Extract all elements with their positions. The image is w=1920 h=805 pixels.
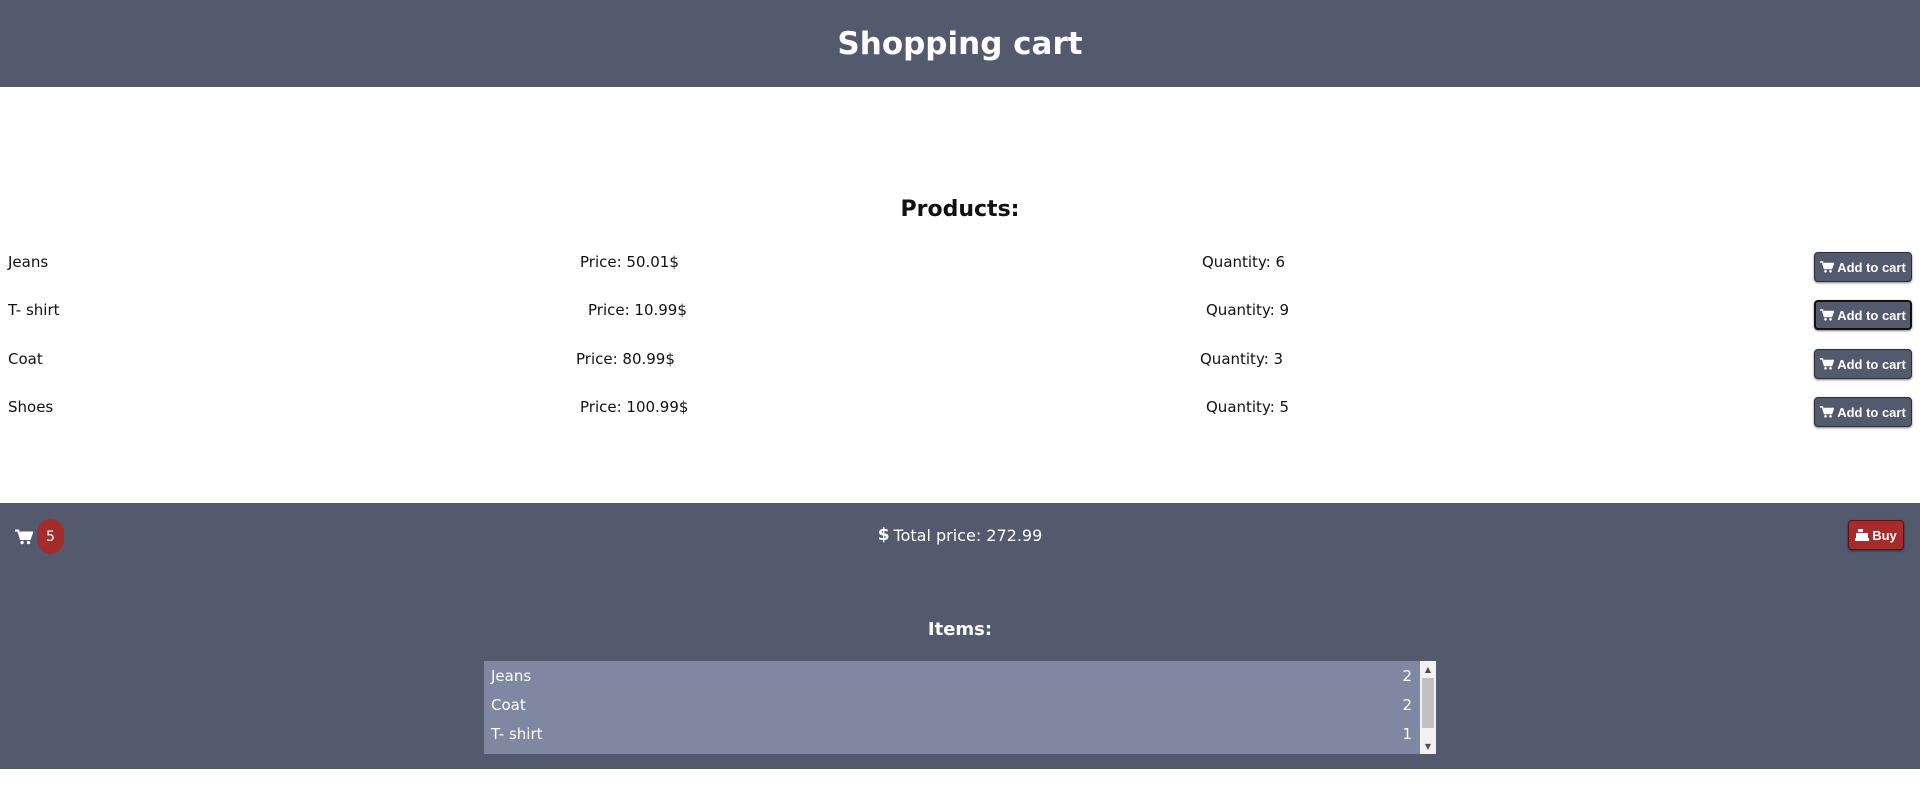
add-to-cart-button[interactable]: Add to cart [1814, 300, 1912, 330]
dollar-icon: $ [877, 525, 890, 545]
scroll-down-arrow-icon[interactable]: ▼ [1420, 738, 1436, 754]
product-price: Price: 80.99$ [576, 350, 675, 368]
buy-label: Buy [1872, 527, 1897, 543]
product-quantity: Quantity: 3 [1200, 350, 1284, 368]
add-to-cart-label: Add to cart [1837, 356, 1906, 372]
add-to-cart-label: Add to cart [1837, 404, 1906, 420]
product-name: Coat [8, 350, 43, 368]
total-price: $ Total price: 272.99 [0, 525, 1920, 545]
buy-button[interactable]: Buy [1848, 520, 1904, 550]
item-quantity: 1 [1402, 725, 1412, 743]
scroll-up-arrow-icon[interactable]: ▲ [1420, 661, 1436, 677]
item-name: T- shirt [491, 725, 543, 743]
shopping-cart-icon [1820, 406, 1835, 418]
item-quantity: 2 [1402, 696, 1412, 714]
cash-register-icon [1855, 529, 1870, 541]
items-heading: Items: [927, 619, 993, 640]
product-row: T- shirt Price: 10.99$ Quantity: 9 Add t… [0, 296, 1920, 330]
product-quantity: Quantity: 9 [1206, 301, 1290, 319]
product-quantity: Quantity: 5 [1206, 398, 1290, 416]
list-item[interactable]: Coat 2 [484, 690, 1436, 719]
item-quantity: 2 [1402, 667, 1412, 685]
add-to-cart-label: Add to cart [1837, 259, 1906, 275]
add-to-cart-button[interactable]: Add to cart [1814, 349, 1912, 379]
total-price-label: Total price: 272.99 [893, 525, 1043, 545]
shopping-cart-icon [1820, 358, 1835, 370]
page-header: Shopping cart [0, 0, 1920, 87]
scrollbar-thumb[interactable] [1422, 678, 1434, 728]
product-row: Jeans Price: 50.01$ Quantity: 6 Add to c… [0, 248, 1920, 282]
product-row: Shoes Price: 100.99$ Quantity: 5 Add to … [0, 393, 1920, 427]
products-heading: Products: [900, 197, 1020, 222]
shopping-cart-icon [1820, 309, 1835, 321]
add-to-cart-button[interactable]: Add to cart [1814, 252, 1912, 282]
list-item[interactable]: Jeans 2 [484, 661, 1436, 690]
products-section: Products: Jeans Price: 50.01$ Quantity: … [0, 87, 1920, 503]
add-to-cart-label: Add to cart [1837, 307, 1906, 323]
page-title: Shopping cart [837, 25, 1083, 62]
cart-items-list[interactable]: Jeans 2 Coat 2 T- shirt 1 ▲ ▼ [484, 661, 1436, 754]
product-name: T- shirt [8, 301, 60, 319]
list-item[interactable]: T- shirt 1 [484, 719, 1436, 748]
list-scrollbar[interactable]: ▲ ▼ [1420, 661, 1436, 754]
item-name: Coat [491, 696, 526, 714]
product-name: Jeans [8, 253, 49, 271]
product-quantity: Quantity: 6 [1202, 253, 1286, 271]
shopping-cart-icon [1820, 261, 1835, 273]
product-price: Price: 100.99$ [580, 398, 689, 416]
product-price: Price: 50.01$ [580, 253, 679, 271]
product-name: Shoes [8, 398, 54, 416]
add-to-cart-button[interactable]: Add to cart [1814, 397, 1912, 427]
item-name: Jeans [491, 667, 532, 685]
product-row: Coat Price: 80.99$ Quantity: 3 Add to ca… [0, 345, 1920, 379]
product-price: Price: 10.99$ [588, 301, 687, 319]
cart-footer: 5 $ Total price: 272.99 Buy Items: Jeans… [0, 503, 1920, 769]
